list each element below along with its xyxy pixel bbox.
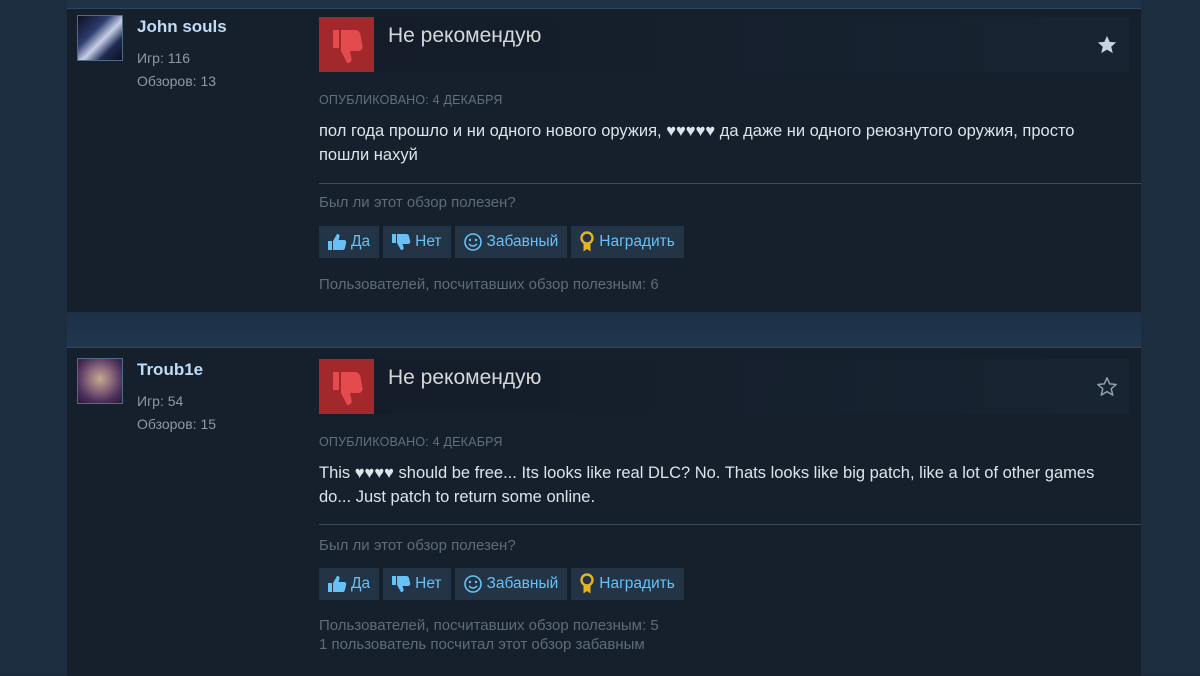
vote-funny-button[interactable]: Забавный (454, 568, 568, 600)
divider (319, 524, 1141, 525)
verdict-title: Не рекомендую (388, 24, 542, 47)
posted-date: ОПУБЛИКОВАНО: 4 ДЕКАБРЯ (319, 435, 503, 449)
avatar[interactable] (77, 358, 123, 404)
vote-yes-button[interactable]: Да (319, 568, 380, 600)
verdict-title: Не рекомендую (388, 366, 542, 389)
helpful-count: Пользователей, посчитавших обзор полезны… (319, 617, 659, 634)
helpful-question: Был ли этот обзор полезен? (319, 194, 516, 211)
vote-yes-label: Да (351, 575, 371, 592)
vote-yes-label: Да (351, 233, 371, 250)
author-reviews-count[interactable]: Обзоров: 15 (137, 416, 216, 432)
smiley-icon (463, 574, 483, 594)
vote-funny-label: Забавный (486, 233, 559, 250)
author-games-count[interactable]: Игр: 54 (137, 393, 183, 409)
award-label: Наградить (599, 575, 675, 592)
helpful-question: Был ли этот обзор полезен? (319, 537, 516, 554)
review-verdict[interactable]: Не рекомендую (319, 17, 1129, 72)
vote-no-label: Нет (415, 233, 442, 250)
review-verdict[interactable]: Не рекомендую (319, 359, 1129, 414)
vote-buttons: Да Нет Забавный Наградить (319, 568, 684, 600)
smiley-icon (463, 232, 483, 252)
avatar[interactable] (77, 15, 123, 61)
award-button[interactable]: Наградить (571, 226, 684, 258)
review-text: пол года прошло и ни одного нового оружи… (319, 122, 1075, 164)
vote-no-label: Нет (415, 575, 442, 592)
award-medal-icon (579, 231, 595, 253)
helpful-count: Пользователей, посчитавших обзор полезны… (319, 276, 659, 293)
award-medal-icon (579, 573, 595, 595)
vote-no-button[interactable]: Нет (383, 226, 451, 258)
vote-funny-label: Забавный (486, 575, 559, 592)
star-icon[interactable] (1095, 33, 1119, 57)
review-card: John souls Игр: 116 Обзоров: 13 Не реком… (67, 8, 1141, 313)
thumbs-up-icon (327, 575, 347, 593)
author-name[interactable]: John souls (137, 17, 227, 37)
left-margin (0, 0, 67, 675)
vote-no-button[interactable]: Нет (383, 568, 451, 600)
award-label: Наградить (599, 233, 675, 250)
right-margin (1141, 0, 1200, 675)
thumbs-down-icon (319, 359, 374, 414)
review-card: Troub1e Игр: 54 Обзоров: 15 Не рекоменду… (67, 347, 1141, 676)
review-text: This ♥♥♥♥ should be free... Its looks li… (319, 464, 1095, 506)
review-separator (67, 312, 1141, 348)
thumbs-down-icon (391, 575, 411, 593)
posted-date: ОПУБЛИКОВАНО: 4 ДЕКАБРЯ (319, 93, 503, 107)
author-reviews-count[interactable]: Обзоров: 13 (137, 73, 216, 89)
star-outline-icon[interactable] (1095, 375, 1119, 399)
divider (319, 183, 1141, 184)
award-button[interactable]: Наградить (571, 568, 684, 600)
thumbs-down-icon (391, 233, 411, 251)
author-games-count[interactable]: Игр: 116 (137, 50, 190, 66)
funny-count: 1 пользователь посчитал этот обзор забав… (319, 636, 645, 653)
vote-buttons: Да Нет Забавный Наградить (319, 226, 684, 258)
vote-yes-button[interactable]: Да (319, 226, 380, 258)
author-name[interactable]: Troub1e (137, 360, 203, 380)
vote-funny-button[interactable]: Забавный (454, 226, 568, 258)
thumbs-down-icon (319, 17, 374, 72)
thumbs-up-icon (327, 233, 347, 251)
